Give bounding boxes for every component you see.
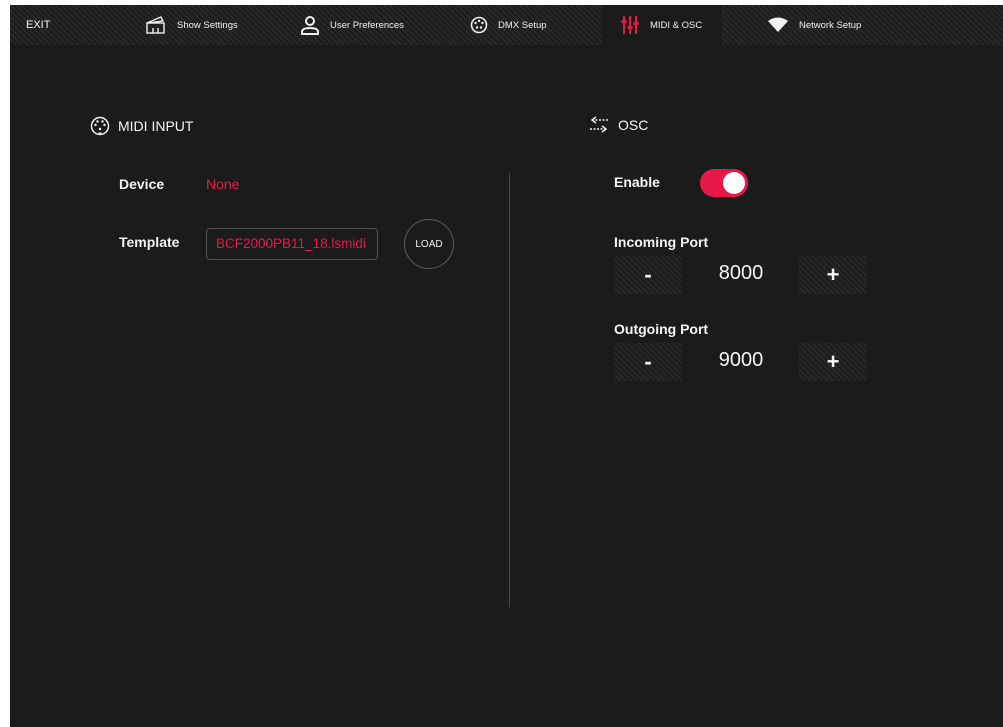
sliders-icon (620, 15, 640, 35)
tab-show-settings[interactable]: Show Settings (145, 5, 265, 45)
outgoing-port-value[interactable]: 9000 (701, 349, 781, 372)
incoming-port-decrement-button[interactable]: - (614, 256, 682, 294)
tab-label: User Preferences (330, 19, 404, 31)
user-icon (300, 15, 320, 35)
osc-header: OSC (588, 116, 648, 134)
arrows-exchange-icon (588, 116, 610, 134)
osc-enable-toggle[interactable] (700, 169, 748, 197)
template-field[interactable]: BCF2000PB11_18.lsmidi (206, 228, 378, 260)
midi-input-header: MIDI INPUT (90, 116, 193, 136)
device-value[interactable]: None (206, 176, 239, 192)
template-label: Template (119, 234, 180, 250)
outgoing-port-increment-button[interactable]: + (799, 343, 867, 381)
clapperboard-icon (145, 16, 167, 34)
outgoing-port-label: Outgoing Port (614, 321, 709, 337)
tab-label: Network Setup (799, 19, 862, 31)
exit-button[interactable]: EXIT (26, 5, 50, 45)
tab-label: Show Settings (177, 19, 238, 31)
enable-label: Enable (614, 174, 660, 190)
tab-label: DMX Setup (498, 19, 547, 31)
top-navigation: EXIT Show Settings User Preferences DMX … (10, 5, 1003, 45)
incoming-port-label: Incoming Port (614, 234, 709, 250)
app-window: EXIT Show Settings User Preferences DMX … (10, 5, 1003, 727)
tab-midi-osc[interactable]: MIDI & OSC (602, 5, 722, 45)
dmx-connector-icon (470, 16, 488, 34)
tab-user-preferences[interactable]: User Preferences (300, 5, 440, 45)
outgoing-port-decrement-button[interactable]: - (614, 343, 682, 381)
section-title: MIDI INPUT (118, 118, 194, 134)
tab-label: MIDI & OSC (650, 19, 703, 31)
incoming-port-value[interactable]: 8000 (701, 262, 781, 285)
midi-connector-icon (90, 116, 110, 136)
device-label: Device (119, 176, 165, 192)
wifi-icon (767, 17, 789, 33)
tab-dmx-setup[interactable]: DMX Setup (470, 5, 570, 45)
section-title: OSC (618, 117, 649, 133)
incoming-port-increment-button[interactable]: + (799, 256, 867, 294)
tab-network-setup[interactable]: Network Setup (767, 5, 887, 45)
section-divider (509, 173, 510, 607)
toggle-knob (723, 172, 745, 194)
load-button[interactable]: LOAD (404, 219, 454, 269)
